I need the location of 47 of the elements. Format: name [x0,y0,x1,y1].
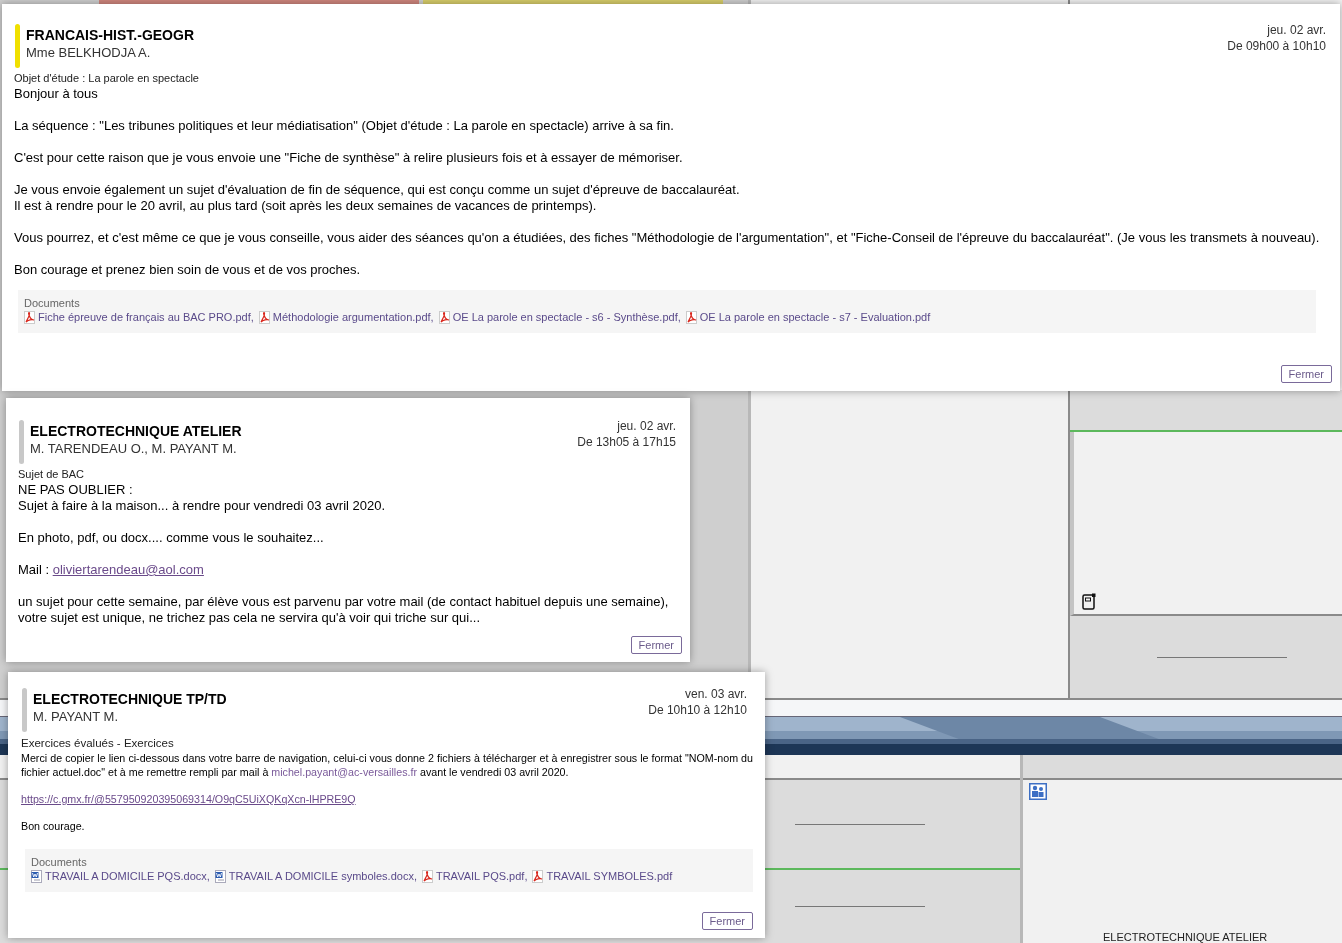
file-link[interactable]: Fiche épreuve de français au BAC PRO.pdf, [38,310,254,325]
teacher-name: M. TARENDEAU O., M. PAYANT M. [30,440,238,457]
subject-title: FRANCAIS-HIST.-GEOGR [26,26,195,44]
file-link[interactable]: OE La parole en spectacle - s6 - Synthèse.pdf, [452,310,681,325]
subject-title: ELECTROTECHNIQUE ATELIER [30,422,243,440]
link[interactable]: oliviertarendeau@aol.com [52,562,204,577]
file-link[interactable]: TRAVAIL SYMBOLES.pdf [546,869,673,884]
time-text: De 09h00 à 10h10 [1227,38,1326,54]
message-text: En photo, pdf, ou docx.... comme vous le souhaitez... [18,530,325,546]
file-link[interactable]: OE La parole en spectacle - s7 - Evaluation.pdf [699,310,931,325]
category-text: Exercices évalués - Exercices [21,736,174,750]
message-text: Mail : oliviertarendeau@aol.com [18,562,205,578]
message-text: Bon courage. [21,819,86,833]
message-text: C'est pour cette raison que je vous envoie une "Fiche de synthèse" à relire plusieurs fois et à essayer de mémoriser. [14,150,684,166]
file-link[interactable]: Méthodologie argumentation.pdf, [272,310,434,325]
file-link[interactable]: TRAVAIL PQS.pdf, [435,869,528,884]
message-text: Je vous envoie également un sujet d'évaluation de fin de séquence, qui est conçu comme un sujet d'épreuve de baccalauréat. [14,182,741,198]
documents-label: Documents [31,855,87,869]
date-text: ven. 03 avr. [684,686,747,702]
category-text: Objet d'étude : La parole en spectacle [14,72,199,85]
category-text: Sujet de BAC [18,468,85,481]
message-text: votre sujet est unique, ne trichez pas cela ne servira qu'à voir qui triche sur qui... [18,610,482,626]
message-text: Vous pourrez, et c'est même ce que je vous conseille, vous aider des séances qu'on a étudiées, des fiches "Méthodologie de l'argumentation", et "Fiche-Conseil de l'épreuve du baccalauréat". (Je vous les transmets à nouveau). [14,230,1321,246]
message-text: Merci de copier le lien ci-dessous dans votre barre de navigation, celui-ci vous donne 2 fichiers à télécharger et à enregistrer sous le format "NOM-nom du fichier actuel.doc" et à me remettre rempli par mail à michel.payant@ac-versailles.fr avant le vendredi 03 avril 2020. [21,751,753,779]
file-link[interactable]: TRAVAIL A DOMICILE PQS.docx, [45,869,210,884]
message-text: Bonjour à tous [14,86,99,102]
course-label: ELECTROTECHNIQUE ATELIER [1103,931,1268,943]
email-link[interactable]: michel.payant@ac-versailles.fr [271,766,417,778]
close-button[interactable]: Fermer [630,636,682,654]
message-text: Bon courage et prenez bien soin de vous et de vos proches. [14,262,362,278]
message-text: Sujet à faire à la maison... à rendre pour vendredi 03 avril 2020. [18,498,387,514]
close-button[interactable]: Fermer [1280,365,1332,383]
link[interactable]: https://c.gmx.fr/@557950920395069314/O9qC5UiXQKqXcn-lHPRE9Q [21,793,356,805]
date-text: jeu. 02 avr. [1267,22,1326,38]
time-text: De 13h05 à 17h15 [577,434,676,450]
message-text: La séquence : "Les tribunes politiques et leur médiatisation" (Objet d'étude : La parole en spectacle) arrive à sa fin. [14,118,675,134]
time-text: De 10h10 à 12h10 [648,702,747,718]
file-link[interactable]: TRAVAIL A DOMICILE symboles.docx, [228,869,417,884]
subject-title: ELECTROTECHNIQUE TP/TD [33,690,228,708]
teacher-name: M. PAYANT M. [33,708,119,725]
message-text: NE PAS OUBLIER : [18,482,134,498]
message-text: un sujet pour cette semaine, par élève vous est parvenu par votre mail (de contact habituel depuis une semaine), [18,594,670,610]
message-text: Il est à rendre pour le 20 avril, au plus tard (soit après les deux semaines de vacances de printemps). [14,198,598,214]
documents-label: Documents [24,296,80,310]
teacher-name: Mme BELKHODJA A. [26,44,152,61]
date-text: jeu. 02 avr. [617,418,676,434]
close-button[interactable]: Fermer [701,912,753,930]
